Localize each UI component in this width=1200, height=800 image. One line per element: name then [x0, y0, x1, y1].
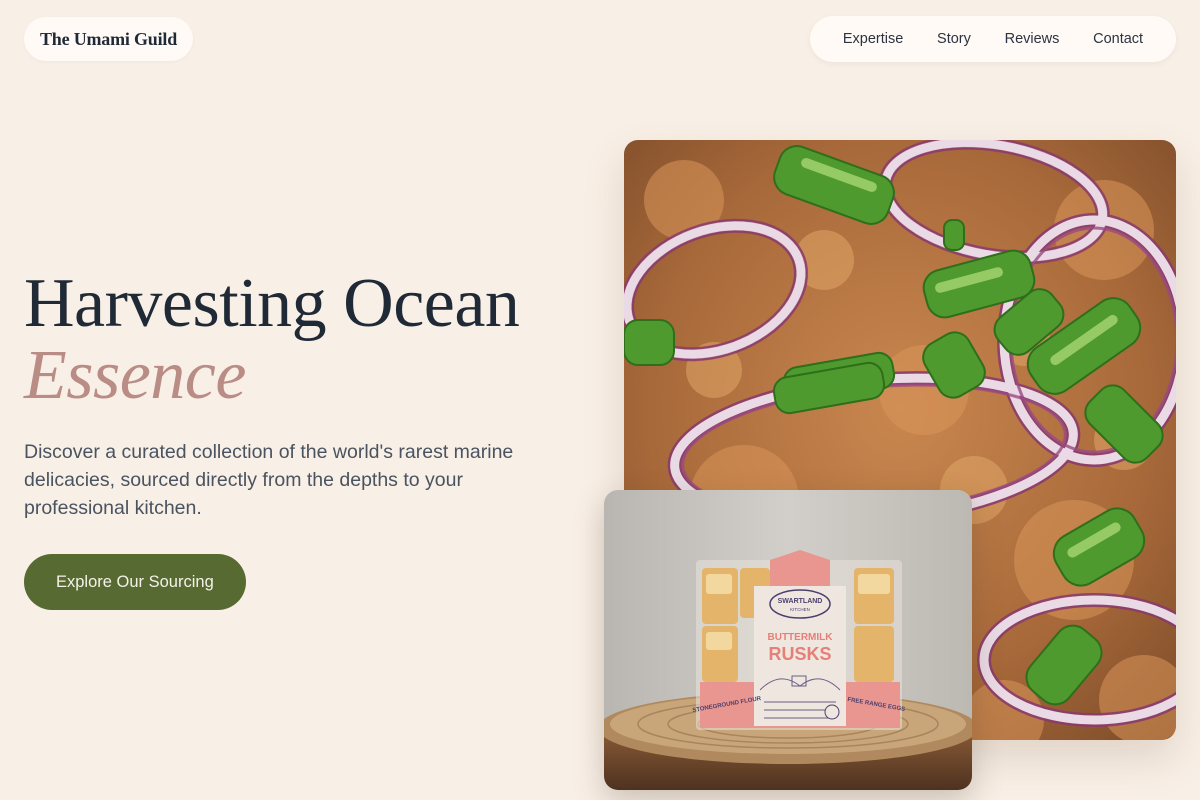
nav-link-story[interactable]: Story: [937, 31, 971, 47]
brand-name: The Umami Guild: [40, 28, 178, 49]
nav-link-contact[interactable]: Contact: [1093, 31, 1143, 47]
nav-link-reviews[interactable]: Reviews: [1005, 31, 1060, 47]
hero-image-secondary: SWARTLAND KITCHEN BUTTERMILK RUSKS STONE…: [604, 490, 972, 790]
nav-link-expertise[interactable]: Expertise: [843, 31, 903, 47]
package-brand-bottom: KITCHEN: [790, 607, 810, 612]
main-nav: Expertise Story Reviews Contact: [810, 16, 1176, 62]
package-brand-top: SWARTLAND: [778, 598, 823, 605]
package-product-line1: BUTTERMILK: [768, 632, 834, 643]
hero-description: Discover a curated collection of the wor…: [24, 441, 514, 519]
hero-title-accent: Essence: [24, 337, 246, 414]
brand-logo[interactable]: The Umami Guild: [24, 17, 194, 61]
hero-title-line: Harvesting Ocean: [24, 265, 520, 342]
package-product-line2: RUSKS: [768, 644, 831, 664]
hero-title: Harvesting Ocean Essence: [24, 265, 520, 414]
rusks-package-illustration: SWARTLAND KITCHEN BUTTERMILK RUSKS STONE…: [604, 490, 972, 790]
explore-sourcing-button[interactable]: Explore Our Sourcing: [24, 554, 246, 610]
